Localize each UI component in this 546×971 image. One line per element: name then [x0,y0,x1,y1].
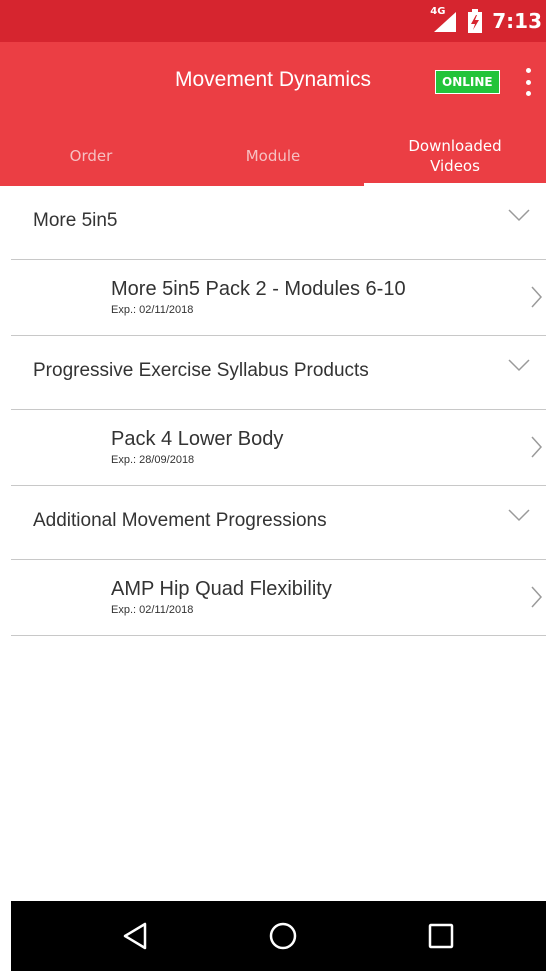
tab-order[interactable]: Order [0,126,182,186]
chevron-down-icon [508,359,530,372]
back-icon[interactable] [119,919,153,953]
battery-charging-icon [468,9,483,33]
item-expiry: Exp.: 02/11/2018 [111,604,194,616]
group-header-progressive-exercise[interactable]: Progressive Exercise Syllabus Products [11,336,546,410]
tab-label: Downloaded Videos [408,137,502,175]
group-header-more-5in5[interactable]: More 5in5 [11,186,546,260]
status-bar: 4G 7:13 [0,0,546,42]
group-header-additional-movement[interactable]: Additional Movement Progressions [11,486,546,560]
chevron-down-icon [508,209,530,222]
list-item[interactable]: Pack 4 Lower Body Exp.: 28/09/2018 [11,410,546,486]
cell-signal-icon: 4G [430,6,458,34]
list-item[interactable]: AMP Hip Quad Flexibility Exp.: 02/11/201… [11,560,546,636]
more-vert-icon[interactable] [520,68,536,96]
item-title: AMP Hip Quad Flexibility [111,578,332,600]
chevron-right-icon [531,286,542,308]
item-title: More 5in5 Pack 2 - Modules 6-10 [111,278,406,300]
item-expiry: Exp.: 28/09/2018 [111,454,195,466]
group-title: Progressive Exercise Syllabus Products [33,360,369,381]
list-item[interactable]: More 5in5 Pack 2 - Modules 6-10 Exp.: 02… [11,260,546,336]
clock: 7:13 [492,9,542,33]
status-icons: 4G 7:13 [430,0,542,42]
app-bar: Movement Dynamics ONLINE [0,42,546,126]
tab-label: Order [69,147,113,165]
online-status-badge: ONLINE [435,70,500,94]
tab-bar: Order Module Downloaded Videos [0,126,546,186]
recents-icon[interactable] [424,919,458,953]
system-nav-bar [11,901,546,971]
tab-label: Module [245,147,301,165]
chevron-down-icon [508,509,530,522]
home-icon[interactable] [266,919,300,953]
chevron-right-icon [531,436,542,458]
tab-downloaded-videos[interactable]: Downloaded Videos [364,126,546,186]
group-title: Additional Movement Progressions [33,510,327,531]
item-expiry: Exp.: 02/11/2018 [111,304,194,316]
tab-module[interactable]: Module [182,126,364,186]
downloaded-videos-list: More 5in5 More 5in5 Pack 2 - Modules 6-1… [11,186,546,636]
item-title: Pack 4 Lower Body [111,428,284,450]
group-title: More 5in5 [33,210,118,231]
chevron-right-icon [531,586,542,608]
